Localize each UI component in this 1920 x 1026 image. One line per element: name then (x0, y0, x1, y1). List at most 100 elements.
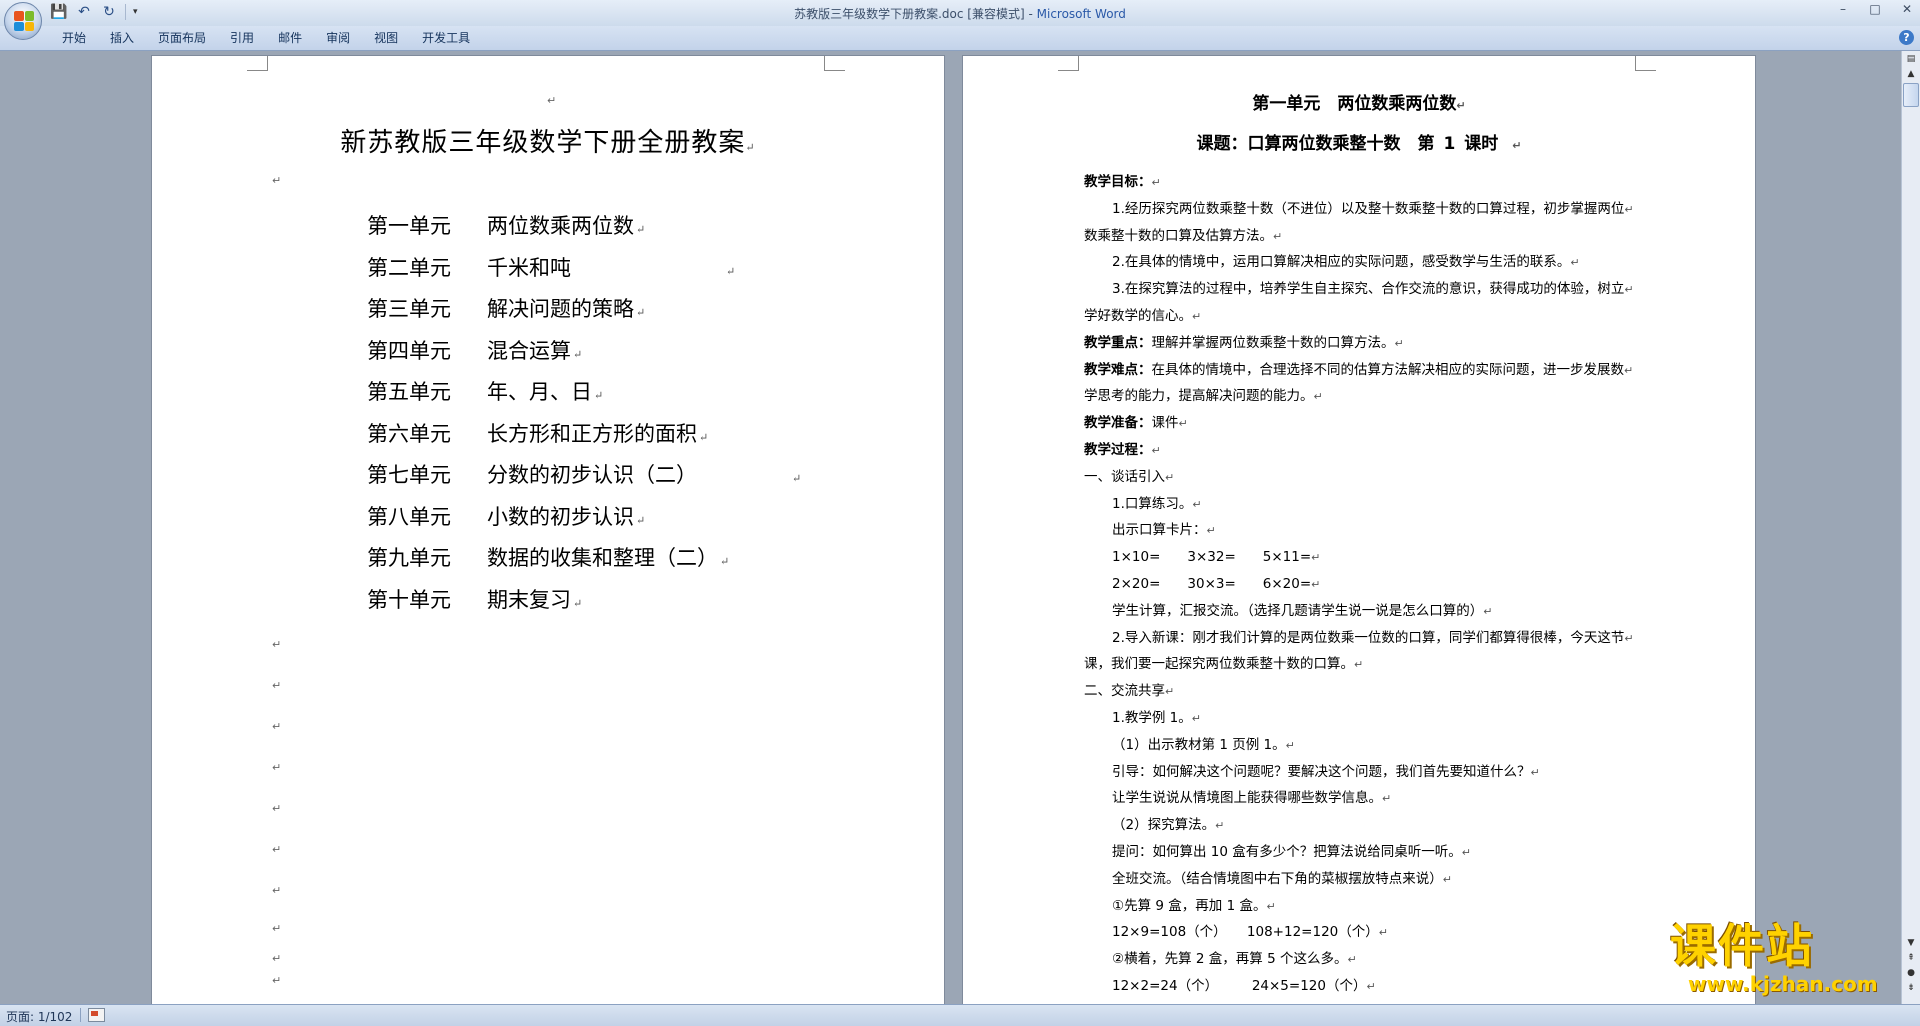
window-title: 苏教版三年级数学下册教案.doc [兼容模式] - Microsoft Word (794, 7, 1126, 21)
lesson-heading: 课题：口算两位数乘整十数 第 1 课时 ↵ (1196, 134, 1522, 154)
next-page-icon[interactable]: ⇟ (1903, 981, 1919, 995)
page-indicator[interactable]: 页面: 1/102 (6, 1008, 72, 1025)
paragraph-mark: ↵ (1624, 631, 1634, 645)
line-text: 1.教学例 1。 (1112, 709, 1192, 726)
proofing-icon[interactable] (88, 1008, 105, 1022)
line-text: 2.导入新课：刚才我们计算的是两位数乘一位数的口算，同学们都算得很棒，今天这节 (1112, 629, 1625, 646)
paragraph-mark: ↵ (272, 884, 282, 897)
line-text: 1×10= 3×32= 5×11= (1112, 549, 1312, 566)
line-text: 2.在具体的情境中，运用口算解决相应的实际问题，感受数学与生活的联系。 (1112, 254, 1571, 271)
line-text: 理解并掌握两位数乘整十数的口算方法。 (1151, 334, 1395, 351)
text-line: 2.在具体的情境中，运用口算解决相应的实际问题，感受数学与生活的联系。↵ (1084, 249, 1644, 276)
line-text: （2）探究算法。 (1112, 817, 1216, 834)
text-line: （1）出示教材第 1 页例 1。↵ (1084, 732, 1644, 759)
paragraph-mark: ↵ (1285, 738, 1295, 752)
list-item: 第六单元 长方形和正方形的面积 ↵ (367, 421, 709, 446)
text-line: 全班交流。（结合情境图中右下角的菜椒摆放特点来说）↵ (1084, 866, 1644, 893)
list-item: 第三单元 解决问题的策略 ↵ (367, 297, 646, 321)
text-line: 2.导入新课：刚才我们计算的是两位数乘一位数的口算，同学们都算得很棒，今天这节↵ (1084, 625, 1644, 652)
list-item: 第九单元 数据的收集和整理（二） ↵ (367, 546, 730, 570)
document-name: 苏教版三年级数学下册教案.doc [兼容模式] (794, 7, 1025, 21)
minimize-button[interactable]: – (1836, 2, 1850, 16)
paragraph-mark: ↵ (1273, 229, 1283, 243)
paragraph-mark: ↵ (1165, 685, 1175, 699)
paragraph-mark: ↵ (1624, 363, 1634, 377)
paragraph-mark: ↵ (272, 679, 282, 692)
select-browse-object-icon[interactable]: ● (1903, 966, 1919, 980)
line-text: （1）出示教材第 1 页例 1。 (1112, 736, 1286, 753)
line-text: ①先算 9 盒，再加 1 盒。 (1112, 897, 1267, 914)
paragraph-mark: ↵ (1394, 336, 1404, 350)
paragraph-mark: ↵ (1313, 390, 1323, 404)
list-item: 第十单元 期末复习 ↵ (367, 587, 583, 612)
crop-mark (824, 56, 845, 71)
crop-mark (1635, 56, 1656, 71)
scroll-thumb[interactable] (1903, 83, 1919, 107)
crop-mark (1058, 56, 1079, 71)
line-text: 课，我们要一起探究两位数乘整十数的口算。 (1084, 656, 1354, 673)
paragraph-mark: ↵ (1461, 845, 1471, 859)
line-text: 二、交流共享 (1084, 683, 1165, 700)
paragraph-mark: ↵ (272, 843, 282, 856)
paragraph-mark: ↵ (1192, 497, 1202, 511)
line-text: 引导：如何解决这个问题呢？要解决这个问题，我们首先要知道什么？ (1112, 763, 1531, 780)
tab-view[interactable]: 视图 (362, 30, 410, 46)
paragraph-mark: ↵ (1165, 470, 1175, 484)
help-icon[interactable]: ? (1899, 30, 1914, 45)
text-line: 学好数学的信心。↵ (1084, 303, 1644, 330)
text-line: 1×10= 3×32= 5×11=↵ (1084, 544, 1644, 571)
line-text: 在具体的情境中，合理选择不同的估算方法解决相应的实际问题，进一步发展数 (1151, 361, 1625, 378)
line-text: 学思考的能力，提高解决问题的能力。 (1084, 388, 1314, 405)
paragraph-mark: ↵ (272, 174, 282, 187)
previous-page-icon[interactable]: ⇞ (1903, 951, 1919, 965)
status-bar: 页面: 1/102 (0, 1004, 1920, 1026)
text-line: 一、谈话引入↵ (1084, 464, 1644, 491)
text-line: 教学目标：↵ (1084, 169, 1644, 196)
line-text: 12×2=24（个） 24×5=120（个） (1112, 977, 1367, 994)
text-line: 课，我们要一起探究两位数乘整十数的口算。↵ (1084, 651, 1644, 678)
document-area[interactable]: ↵ 新苏教版三年级数学下册全册教案↵ ↵ 第一单元 两位数乘两位数 ↵ 第二单元 千米… (0, 51, 1902, 1006)
tab-developer[interactable]: 开发工具 (410, 30, 482, 46)
tab-home[interactable]: 开始 (50, 30, 98, 46)
section-label: 教学过程： (1084, 441, 1152, 458)
text-line: 教学准备：课件↵ (1084, 410, 1644, 437)
paragraph-mark: ↵ (272, 922, 282, 935)
ruler-toggle-icon[interactable]: ▤ (1903, 52, 1919, 66)
app-name: Microsoft Word (1036, 7, 1126, 21)
page-1[interactable]: ↵ 新苏教版三年级数学下册全册教案↵ ↵ 第一单元 两位数乘两位数 ↵ 第二单元 千米… (152, 56, 944, 1006)
section-label: 教学目标： (1084, 174, 1152, 190)
close-button[interactable]: ✕ (1900, 2, 1914, 16)
paragraph-mark: ↵ (1151, 443, 1161, 457)
office-button[interactable] (4, 2, 42, 40)
text-line: ②横着，先算 2 盒，再算 5 个这么多。↵ (1084, 946, 1644, 973)
scroll-bottom-controls: ▼ ⇞ ● ⇟ (1903, 935, 1919, 996)
vertical-scrollbar[interactable]: ▤ ▲ ▼ ⇞ ● ⇟ (1901, 51, 1920, 1004)
text-line: 数乘整十数的口算及估算方法。↵ (1084, 223, 1644, 250)
tab-review[interactable]: 审阅 (314, 30, 362, 46)
maximize-button[interactable]: □ (1868, 2, 1882, 16)
line-text: 学生计算，汇报交流。（选择几题请学生说一说是怎么口算的） (1112, 602, 1484, 619)
paragraph-mark: ↵ (1530, 765, 1540, 779)
scroll-down-icon[interactable]: ▼ (1903, 936, 1919, 950)
line-text: 学好数学的信心。 (1084, 307, 1192, 324)
section-label: 教学重点： (1084, 334, 1152, 351)
text-line: 2×20= 30×3= 6×20=↵ (1084, 571, 1644, 598)
tab-insert[interactable]: 插入 (98, 30, 146, 46)
paragraph-mark: ↵ (272, 952, 282, 965)
text-line: 教学难点：在具体的情境中，合理选择不同的估算方法解决相应的实际问题，进一步发展数… (1084, 357, 1644, 384)
line-text: 12×9=108（个） 108+12=120（个） (1112, 924, 1379, 941)
watermark-brand: 课件站 (1670, 919, 1814, 973)
unit-list: 第一单元 两位数乘两位数 ↵ 第二单元 千米和吨 ↵ 第三单元 解决问题的策略 ↵ 第四单元… (367, 206, 801, 621)
unit-heading: 第一单元 两位数乘两位数↵ (1252, 94, 1466, 114)
line-text: 全班交流。（结合情境图中右下角的菜椒摆放特点来说） (1112, 870, 1443, 887)
paragraph-mark: ↵ (1382, 792, 1392, 806)
tab-references[interactable]: 引用 (218, 30, 266, 46)
text-line: 1.经历探究两位数乘整十数（不进位）以及整十数乘整十数的口算过程，初步掌握两位↵ (1084, 196, 1644, 223)
scroll-up-icon[interactable]: ▲ (1903, 67, 1919, 81)
tab-page-layout[interactable]: 页面布局 (146, 30, 218, 46)
document-title: 新苏教版三年级数学下册全册教案↵ (340, 128, 756, 158)
page-2[interactable]: 第一单元 两位数乘两位数↵ 课题：口算两位数乘整十数 第 1 课时 ↵ 教学目标：… (963, 56, 1755, 1006)
tab-mailings[interactable]: 邮件 (266, 30, 314, 46)
title-bar: 💾 ↶ ↻ ▾ 苏教版三年级数学下册教案.doc [兼容模式] - Micros… (0, 0, 1920, 40)
lesson-body: 教学目标：↵ 1.经历探究两位数乘整十数（不进位）以及整十数乘整十数的口算过程，初… (1084, 169, 1644, 1000)
